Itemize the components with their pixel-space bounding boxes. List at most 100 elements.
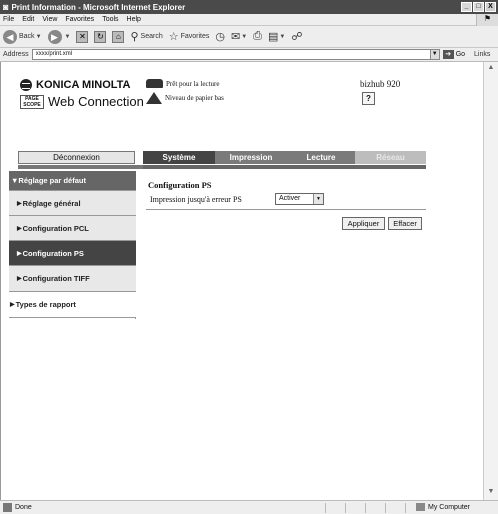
edit-button[interactable]: ▤ ▼: [268, 30, 285, 43]
pagescope-logo: PAGE SCOPE Web Connection: [20, 94, 144, 109]
mail-icon: ✉: [231, 31, 241, 43]
chevron-down-icon[interactable]: ▼: [313, 194, 323, 204]
menu-file[interactable]: File: [3, 16, 14, 23]
chevron-down-icon: ▼: [279, 33, 286, 40]
tab-reseau[interactable]: Réseau: [355, 151, 426, 164]
home-button[interactable]: ⌂: [112, 30, 125, 43]
print-button[interactable]: ⎙: [253, 30, 262, 43]
address-label: Address: [3, 51, 29, 58]
browser-toolbar: ◀ Back ▼ ▶ ▼ ✕ ↻ ⌂ ⚲ Search ☆ Favorites …: [0, 26, 498, 48]
status-divider: [405, 503, 406, 513]
go-arrow-icon: ➔: [442, 50, 454, 59]
messenger-button[interactable]: ☍: [291, 30, 302, 43]
scroll-up-icon[interactable]: ▲: [486, 64, 496, 74]
vertical-scrollbar[interactable]: ▲ ▼: [483, 62, 498, 500]
chevron-down-icon: ▼: [241, 33, 248, 40]
nav-divider: [143, 165, 426, 169]
logout-button[interactable]: Déconnexion: [18, 151, 135, 164]
favorites-label: Favorites: [180, 33, 210, 40]
chevron-right-icon: ▶: [17, 200, 22, 207]
forward-arrow-icon: ▶: [47, 29, 62, 44]
sidebar-item-label: Configuration TIFF: [22, 274, 90, 283]
forward-button[interactable]: ▶ ▼: [47, 29, 71, 44]
sidebar-item-reglage-general[interactable]: ▶ Réglage général: [9, 191, 136, 216]
links-button[interactable]: Links: [474, 51, 490, 58]
scroll-down-icon[interactable]: ▼: [486, 488, 496, 498]
chevron-down-icon: ▼: [35, 33, 42, 40]
warning-icon: [146, 92, 162, 104]
chevron-down-icon: ▼: [64, 33, 71, 40]
close-button[interactable]: X: [485, 2, 496, 12]
status-paper-text: Niveau de papier bas: [165, 94, 224, 102]
history-button[interactable]: ◷: [215, 30, 225, 43]
sidebar-item-label: Types de rapport: [15, 300, 76, 309]
sidebar-item-label: Configuration PCL: [22, 223, 89, 233]
stop-button[interactable]: ✕: [76, 30, 89, 43]
konica-minolta-logo: KONICA MINOLTA: [20, 79, 131, 91]
help-icon[interactable]: ?: [362, 92, 375, 105]
menu-tools[interactable]: Tools: [102, 16, 118, 23]
menu-help[interactable]: Help: [127, 16, 141, 23]
address-input[interactable]: xxxx/print.xml ▼: [31, 49, 440, 60]
paper-status: Niveau de papier bas: [146, 92, 224, 104]
page-title: Configuration PS: [148, 180, 212, 190]
device-model: bizhub 920: [360, 79, 401, 89]
go-button[interactable]: ➔ Go: [442, 50, 466, 59]
menu-edit[interactable]: Edit: [22, 16, 34, 23]
sidebar-item-label: Configuration PS: [22, 248, 84, 258]
ps-error-label: Impression jusqu'à erreur PS: [150, 195, 242, 204]
search-button[interactable]: ⚲ Search: [130, 30, 162, 43]
apply-button[interactable]: Appliquer: [342, 217, 385, 230]
clear-button[interactable]: Effacer: [388, 217, 422, 230]
home-icon: ⌂: [112, 30, 125, 43]
address-bar: Address xxxx/print.xml ▼ ➔ Go Links: [0, 48, 498, 62]
go-label: Go: [455, 51, 466, 58]
sidebar-item-types-de-rapport[interactable]: ▶ Types de rapport: [9, 292, 136, 318]
chevron-right-icon: ▶: [10, 302, 15, 308]
menu-favorites[interactable]: Favorites: [65, 16, 94, 23]
status-divider: [385, 503, 386, 513]
printer-icon: [146, 79, 163, 88]
mail-button[interactable]: ✉ ▼: [231, 30, 247, 43]
printer-status: Prêt pour la lecture: [146, 79, 219, 88]
tab-impression[interactable]: Impression: [215, 151, 287, 164]
sidebar-item-configuration-tiff[interactable]: ▶ Configuration TIFF: [9, 266, 136, 292]
ps-error-value: Activer: [279, 195, 301, 202]
menu-view[interactable]: View: [42, 16, 57, 23]
tab-lecture[interactable]: Lecture: [287, 151, 355, 164]
window-title: Print Information - Microsoft Internet E…: [11, 2, 186, 12]
print-icon: ⎙: [253, 30, 262, 42]
status-divider: [365, 503, 366, 513]
status-text: Done: [15, 504, 32, 511]
chevron-down-icon[interactable]: ▼: [429, 50, 439, 59]
search-icon: ⚲: [130, 31, 139, 43]
brand-name: KONICA MINOLTA: [36, 79, 131, 91]
security-zone: My Computer: [416, 503, 470, 511]
refresh-button[interactable]: ↻: [94, 30, 107, 43]
page-done-icon: [3, 503, 12, 512]
back-button[interactable]: ◀ Back ▼: [3, 29, 42, 44]
sidebar-item-configuration-ps[interactable]: ▶ Configuration PS: [9, 241, 136, 266]
edit-icon: ▤: [267, 31, 279, 43]
search-label: Search: [140, 33, 163, 40]
history-icon: ◷: [215, 31, 225, 43]
sidebar-item-reglage-par-defaut[interactable]: ▼Réglage par défaut: [9, 171, 136, 191]
window-titlebar: ◙ Print Information - Microsoft Internet…: [0, 0, 498, 14]
chevron-right-icon: ▶: [17, 250, 22, 257]
sidebar: ▼Réglage par défaut ▶ Réglage général ▶ Co…: [9, 171, 136, 319]
status-divider: [345, 503, 346, 513]
status-bar: Done My Computer: [0, 500, 498, 514]
ps-error-select[interactable]: Activer ▼: [275, 193, 324, 205]
sidebar-item-configuration-pcl[interactable]: ▶ Configuration PCL: [9, 216, 136, 241]
minimize-button[interactable]: _: [461, 2, 472, 12]
tab-systeme[interactable]: Système: [143, 151, 215, 164]
windows-logo-icon: ⚑: [476, 14, 498, 26]
maximize-button[interactable]: □: [473, 2, 484, 12]
favorites-button[interactable]: ☆ Favorites: [169, 30, 210, 43]
pagescope-badge: PAGE SCOPE: [20, 94, 44, 109]
status-divider: [325, 503, 326, 513]
chevron-right-icon: ▶: [17, 225, 22, 232]
chevron-right-icon: ▶: [17, 276, 22, 282]
address-url: xxxx/print.xml: [35, 51, 73, 57]
star-icon: ☆: [168, 31, 179, 43]
